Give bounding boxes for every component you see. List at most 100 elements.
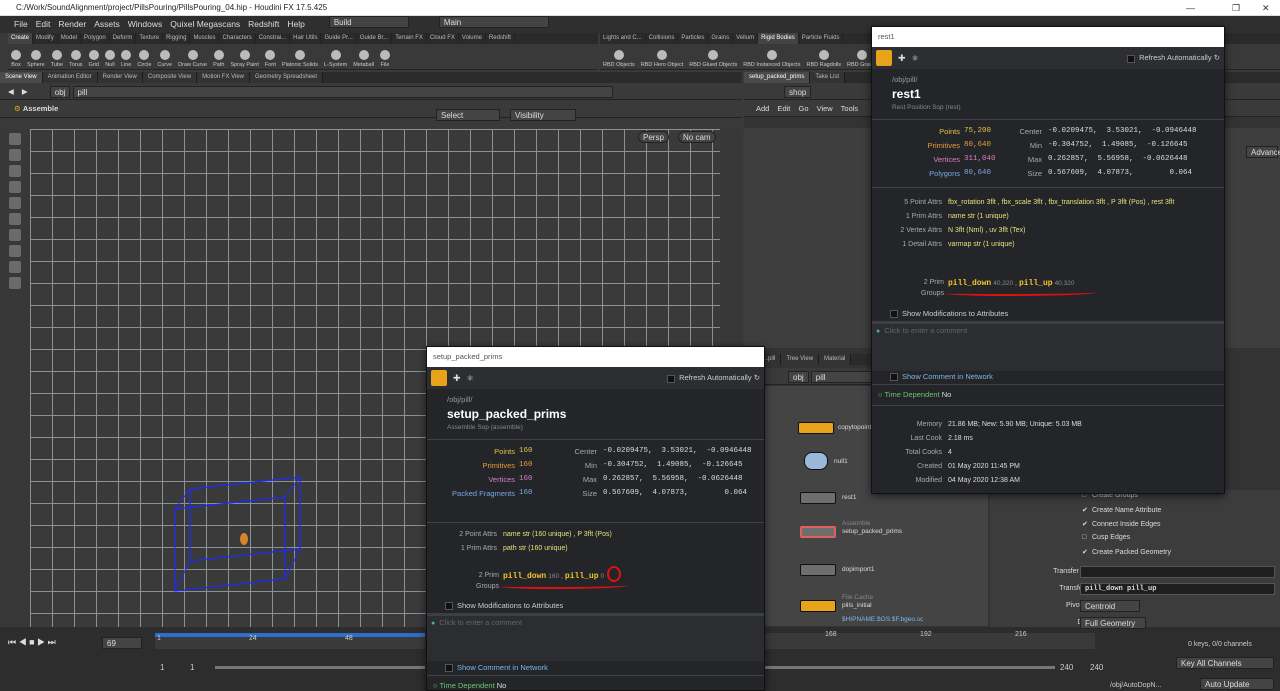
add-icon-2[interactable]: ✚ (453, 373, 461, 384)
shelf-tool[interactable]: Torus (66, 44, 85, 69)
net-path-obj[interactable]: obj (788, 371, 809, 384)
rotate-tool-icon[interactable] (9, 165, 21, 177)
build-desktop-select[interactable]: Build (328, 16, 409, 28)
back-arrow-icon[interactable]: ◀ (8, 87, 14, 96)
shelf-tab[interactable]: Model (58, 33, 82, 44)
node-null1[interactable] (804, 452, 828, 470)
net-menu-tools[interactable]: Tools (841, 104, 859, 113)
auto-update-dropdown[interactable]: Auto Update (1200, 678, 1274, 690)
tab-take-list[interactable]: Take List (810, 72, 846, 83)
playback-controls[interactable]: ⏮ ◀ ■ ▶ ⏭ (8, 637, 56, 648)
shelf-tab[interactable]: Vellum (733, 33, 759, 44)
range-slider-right[interactable] (765, 666, 1055, 669)
snap-tool-icon[interactable] (9, 261, 21, 273)
shelf-tab[interactable]: Polygon (81, 33, 110, 44)
shelf-tab[interactable]: Terrain FX (392, 33, 427, 44)
shelf-tool[interactable]: Curve (154, 44, 175, 69)
viewer-tab[interactable]: Scene View (0, 72, 43, 83)
tab-material[interactable]: Material (819, 354, 852, 365)
select-mode-dropdown[interactable]: Select (436, 109, 500, 121)
shelf-tool[interactable]: RBD Glued Objects (686, 44, 740, 69)
viewer-tab[interactable]: Render View (97, 72, 143, 83)
show-mods-checkbox-2[interactable] (445, 602, 453, 611)
shelf-tool[interactable]: L-System (321, 44, 350, 69)
tab-tree-view[interactable]: Tree View (781, 354, 820, 365)
shelf-tab[interactable]: Particles (678, 33, 709, 44)
add-icon[interactable]: ✚ (898, 53, 906, 64)
refresh-checkbox[interactable] (1127, 54, 1136, 63)
param-checkbox-row[interactable]: ✔ Create Name Attribute (1082, 506, 1161, 514)
menu-redshift[interactable]: Redshift (244, 16, 283, 33)
viewer-tab[interactable]: Animation Editor (42, 72, 98, 83)
shelf-tool[interactable]: Metaball (350, 44, 377, 69)
shelf-tab[interactable]: Muscles (190, 33, 220, 44)
shelf-tool[interactable]: Draw Curve (175, 44, 210, 69)
persp-menu[interactable]: Persp (638, 131, 669, 143)
scale-tool-icon[interactable] (9, 181, 21, 193)
viewer-tab[interactable]: Motion FX View (197, 72, 251, 83)
main-desktop-select[interactable]: Main (438, 16, 549, 28)
minimize-icon[interactable]: — (1186, 0, 1195, 16)
range-end-2[interactable]: 240 (1090, 663, 1103, 672)
menu-quixel[interactable]: Quixel Megascans (166, 16, 244, 33)
shelf-tool[interactable]: Circle (134, 44, 154, 69)
shelf-tab[interactable]: Redshift (486, 33, 515, 44)
show-comment-checkbox[interactable] (890, 373, 898, 382)
checkmark-icon[interactable]: ✔ (1082, 548, 1092, 556)
show-mods-checkbox[interactable] (890, 310, 898, 319)
menu-file[interactable]: File (10, 16, 32, 33)
key-all-channels-dropdown[interactable]: Key All Channels (1176, 657, 1274, 669)
net-menu-go[interactable]: Go (798, 104, 808, 113)
shelf-tool[interactable]: Box (8, 44, 24, 69)
comment-box[interactable]: ● Click to enter a comment (872, 321, 1224, 371)
select-tool-icon[interactable] (9, 133, 21, 145)
shelf-tool[interactable]: Grid (86, 44, 102, 69)
shelf-tool[interactable]: Platonic Solids (279, 44, 321, 69)
shelf-tool[interactable]: Path (210, 44, 227, 69)
shelf-tab[interactable]: Lights and C... (600, 33, 646, 44)
node-rest1[interactable] (800, 492, 836, 504)
checkmark-icon[interactable]: ✔ (1082, 520, 1092, 528)
brush-tool-icon[interactable] (9, 229, 21, 241)
param-checkbox-row[interactable]: □ Cusp Edges (1082, 534, 1130, 541)
forward-arrow-icon[interactable]: ▶ (22, 87, 28, 96)
shelf-tab[interactable]: Modify (33, 33, 58, 44)
menu-render[interactable]: Render (54, 16, 90, 33)
shelf-tool[interactable]: RBD Instanced Objects (740, 44, 803, 69)
shelf-tool[interactable]: Line (118, 44, 134, 69)
camera-menu[interactable]: No cam (678, 131, 716, 143)
advanced-tab[interactable]: Advanced (1246, 146, 1280, 158)
tree-icon-2[interactable]: ⚛ (467, 374, 474, 383)
range-start-2[interactable]: 1 (190, 663, 194, 672)
param-checkbox-row[interactable]: ✔ Connect Inside Edges (1082, 520, 1161, 528)
move-tool-icon[interactable] (9, 149, 21, 161)
range-end[interactable]: 240 (1060, 663, 1073, 672)
path-pill[interactable]: pill (72, 86, 613, 99)
transfer-attributes-field[interactable] (1080, 566, 1275, 578)
shelf-tab[interactable]: Create (8, 33, 34, 44)
net-menu-view[interactable]: View (817, 104, 833, 113)
menu-assets[interactable]: Assets (90, 16, 124, 33)
refresh-checkbox-2[interactable] (667, 374, 676, 383)
menu-edit[interactable]: Edit (32, 16, 55, 33)
visibility-dropdown[interactable]: Visibility (510, 109, 576, 121)
menu-windows[interactable]: Windows (124, 16, 166, 33)
shelf-tool[interactable]: Null (102, 44, 118, 69)
shelf-tab[interactable]: Deform (110, 33, 137, 44)
refresh-icon[interactable]: ↻ (1214, 53, 1220, 62)
timeline-scrubber-right[interactable]: 168 192 216 (765, 631, 1095, 649)
display-as-dropdown[interactable]: Full Geometry (1080, 617, 1146, 629)
shelf-tool[interactable]: Tube (48, 44, 66, 69)
comment-box-2[interactable]: ● Click to enter a comment (427, 613, 764, 661)
transfer-groups-field[interactable]: pill_down pill_up (1080, 583, 1275, 595)
shelf-tool[interactable]: Font (262, 44, 279, 69)
handle-tool-icon[interactable] (9, 197, 21, 209)
pose-tool-icon[interactable] (9, 213, 21, 225)
shelf-tool[interactable]: File (377, 44, 393, 69)
shelf-tab[interactable]: Volume (459, 33, 486, 44)
shelf-tab[interactable]: Characters (219, 33, 256, 44)
checkbox-empty-icon[interactable]: □ (1082, 534, 1092, 541)
shelf-tab[interactable]: Rigging (163, 33, 191, 44)
node-setup-packed-prims[interactable] (800, 526, 836, 538)
menu-help[interactable]: Help (283, 16, 308, 33)
